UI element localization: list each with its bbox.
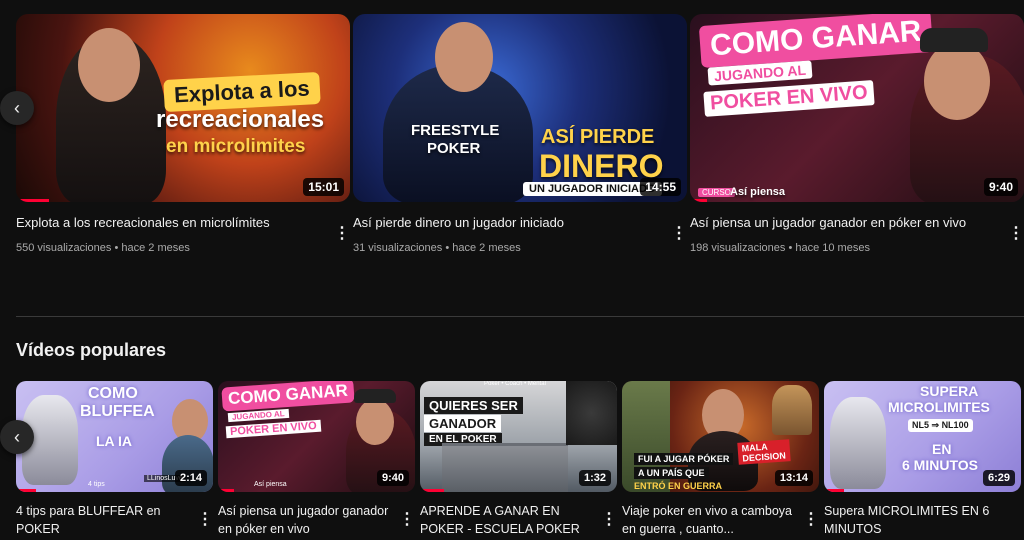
video-thumbnail[interactable]: COMO BLUFFEA LA IA 4 tips LLinosLuve 2:1… bbox=[16, 381, 213, 492]
video-metadata: 198 visualizaciones • hace 10 meses bbox=[690, 242, 870, 254]
section-heading: Vídeos populares bbox=[16, 340, 167, 360]
thumbnail-text: en microlimites bbox=[166, 136, 306, 157]
video-thumbnail[interactable]: FREESTYLE POKER ASÍ PIERDE DINERO UN JUG… bbox=[353, 14, 687, 202]
view-count: 550 visualizaciones bbox=[16, 242, 112, 254]
more-actions-icon[interactable]: ⋮ bbox=[671, 226, 687, 242]
video-metadata: 550 visualizaciones • hace 2 meses bbox=[16, 242, 190, 254]
video-thumbnail[interactable]: COMO GANAR JUGANDO AL POKER EN VIVO CURS… bbox=[690, 14, 1024, 202]
thumbnail-text: COMO GANAR bbox=[698, 14, 933, 69]
video-title[interactable]: Así piensa un jugador ganador en póker e… bbox=[218, 502, 415, 538]
watch-progress bbox=[824, 489, 844, 492]
thumbnail-text: FUI A JUGAR PÓKER bbox=[634, 453, 734, 465]
thumbnail-face bbox=[78, 28, 140, 102]
more-actions-icon[interactable]: ⋮ bbox=[1008, 226, 1024, 242]
video-card[interactable]: FREESTYLE POKER ASÍ PIERDE DINERO UN JUG… bbox=[353, 14, 687, 254]
video-card[interactable]: COMO GANAR JUGANDO AL POKER EN VIVO Así … bbox=[218, 381, 415, 538]
thumbnail-text: COMO bbox=[88, 385, 138, 402]
cap bbox=[354, 389, 396, 403]
thumbnail-text: Así piensa bbox=[730, 186, 786, 198]
video-title[interactable]: Así piensa un jugador ganador en póker e… bbox=[690, 214, 1024, 232]
thumbnail-face bbox=[356, 399, 394, 445]
video-card[interactable]: SUPERA MICROLIMITES NL5 ⇒ NL100 EN 6 MIN… bbox=[824, 381, 1021, 538]
more-actions-icon[interactable]: ⋮ bbox=[197, 512, 213, 528]
thumbnail-text: POKER bbox=[427, 140, 481, 157]
thumbnail-text: POKER EN VIVO bbox=[225, 419, 322, 439]
thumbnail-text: recreacionales bbox=[156, 106, 325, 133]
duration-badge: 15:01 bbox=[303, 178, 344, 196]
upload-age: hace 2 meses bbox=[452, 242, 521, 254]
thumbnail-text: ENTRÓ EN GUERRA bbox=[634, 481, 723, 491]
duration-badge: 9:40 bbox=[983, 178, 1018, 196]
video-title[interactable]: 4 tips para BLUFFEAR en POKER bbox=[16, 502, 213, 538]
more-actions-icon[interactable]: ⋮ bbox=[601, 512, 617, 528]
video-metadata: 31 visualizaciones • hace 2 meses bbox=[353, 242, 521, 254]
video-thumbnail[interactable]: Explota a los recreacionales en microlim… bbox=[16, 14, 350, 202]
upload-age: hace 2 meses bbox=[121, 242, 190, 254]
thumbnail-text: COMO GANAR bbox=[221, 381, 355, 412]
watch-progress bbox=[218, 489, 234, 492]
video-title[interactable]: Viaje poker en vivo a camboya en guerra … bbox=[622, 502, 819, 538]
popular-videos-shelf: COMO BLUFFEA LA IA 4 tips LLinosLuve 2:1… bbox=[16, 381, 1024, 540]
video-card[interactable]: Poker • Coach • Mental QUIERES SER GANAD… bbox=[420, 381, 617, 538]
video-thumbnail[interactable]: Poker • Coach • Mental QUIERES SER GANAD… bbox=[420, 381, 617, 492]
temple-figure bbox=[772, 385, 812, 435]
thumbnail-face bbox=[924, 42, 990, 120]
duration-badge: 9:40 bbox=[376, 470, 409, 486]
video-thumbnail[interactable]: COMO GANAR JUGANDO AL POKER EN VIVO Así … bbox=[218, 381, 415, 492]
cap bbox=[920, 28, 988, 52]
thumbnail-text: A UN PAÍS QUE bbox=[634, 467, 709, 479]
building bbox=[442, 443, 568, 492]
video-card[interactable]: MALA DECISION FUI A JUGAR PÓKER A UN PAÍS… bbox=[622, 381, 819, 538]
thumbnail-text: EN bbox=[932, 441, 952, 457]
video-card[interactable]: COMO BLUFFEA LA IA 4 tips LLinosLuve 2:1… bbox=[16, 381, 213, 538]
video-thumbnail[interactable]: MALA DECISION FUI A JUGAR PÓKER A UN PAÍS… bbox=[622, 381, 819, 492]
thumbnail-text: 6 MINUTOS bbox=[902, 457, 978, 473]
chevron-left-icon[interactable]: ‹ bbox=[0, 420, 34, 454]
view-count: 198 visualizaciones bbox=[690, 242, 786, 254]
more-actions-icon[interactable]: ⋮ bbox=[803, 512, 819, 528]
video-card[interactable]: Explota a los recreacionales en microlim… bbox=[16, 14, 350, 254]
thumbnail-text: MALA DECISION bbox=[737, 439, 791, 465]
thumbnail-text: POKER EN VIVO bbox=[703, 80, 875, 117]
upload-age: hace 10 meses bbox=[795, 242, 870, 254]
watch-progress bbox=[690, 199, 707, 202]
thumbnail-text: NL5 ⇒ NL100 bbox=[908, 419, 973, 432]
duration-badge: 6:29 bbox=[982, 470, 1015, 486]
thumbnail-text: FREESTYLE bbox=[411, 122, 500, 139]
chevron-left-icon[interactable]: ‹ bbox=[0, 91, 34, 125]
latest-videos-shelf: Explota a los recreacionales en microlim… bbox=[16, 14, 1024, 284]
watch-progress bbox=[420, 489, 444, 492]
thumbnail-text: 4 tips bbox=[88, 481, 105, 488]
thumbnail-text: BLUFFEA bbox=[80, 403, 155, 420]
duration-badge: 14:55 bbox=[640, 178, 681, 196]
thumbnail-text: Así piensa bbox=[254, 481, 287, 488]
more-actions-icon[interactable]: ⋮ bbox=[334, 226, 350, 242]
duration-badge: 2:14 bbox=[174, 470, 207, 486]
thumbnail-face bbox=[435, 22, 493, 92]
thumbnail-text: QUIERES SER bbox=[424, 397, 523, 414]
thumbnail-text: SUPERA bbox=[920, 383, 979, 399]
video-title[interactable]: Explota a los recreacionales en microlím… bbox=[16, 214, 350, 232]
section-divider bbox=[16, 316, 1024, 317]
thumbnail-text: GANADOR bbox=[424, 415, 502, 432]
video-thumbnail[interactable]: SUPERA MICROLIMITES NL5 ⇒ NL100 EN 6 MIN… bbox=[824, 381, 1021, 492]
video-title[interactable]: APRENDE A GANAR EN POKER - ESCUELA POKER bbox=[420, 502, 617, 538]
watch-progress bbox=[16, 199, 50, 202]
duration-badge: 1:32 bbox=[578, 470, 611, 486]
more-actions-icon[interactable]: ⋮ bbox=[399, 512, 415, 528]
thumbnail-text: JUGANDO AL bbox=[227, 408, 289, 423]
duration-badge: 13:14 bbox=[774, 470, 813, 486]
view-count: 31 visualizaciones bbox=[353, 242, 443, 254]
video-title[interactable]: Así pierde dinero un jugador iniciado bbox=[353, 214, 687, 232]
tree bbox=[566, 381, 617, 445]
robot-figure bbox=[830, 397, 886, 489]
thumbnail-text: MICROLIMITES bbox=[888, 399, 990, 415]
thumbnail-text: Poker • Coach • Mental bbox=[484, 381, 546, 387]
thumbnail-text: ASÍ PIERDE bbox=[541, 126, 655, 148]
watch-progress bbox=[16, 489, 36, 492]
video-card[interactable]: COMO GANAR JUGANDO AL POKER EN VIVO CURS… bbox=[690, 14, 1024, 254]
thumbnail-text: LA IA bbox=[96, 433, 133, 449]
video-title[interactable]: Supera MICROLIMITES EN 6 MINUTOS bbox=[824, 502, 1021, 538]
